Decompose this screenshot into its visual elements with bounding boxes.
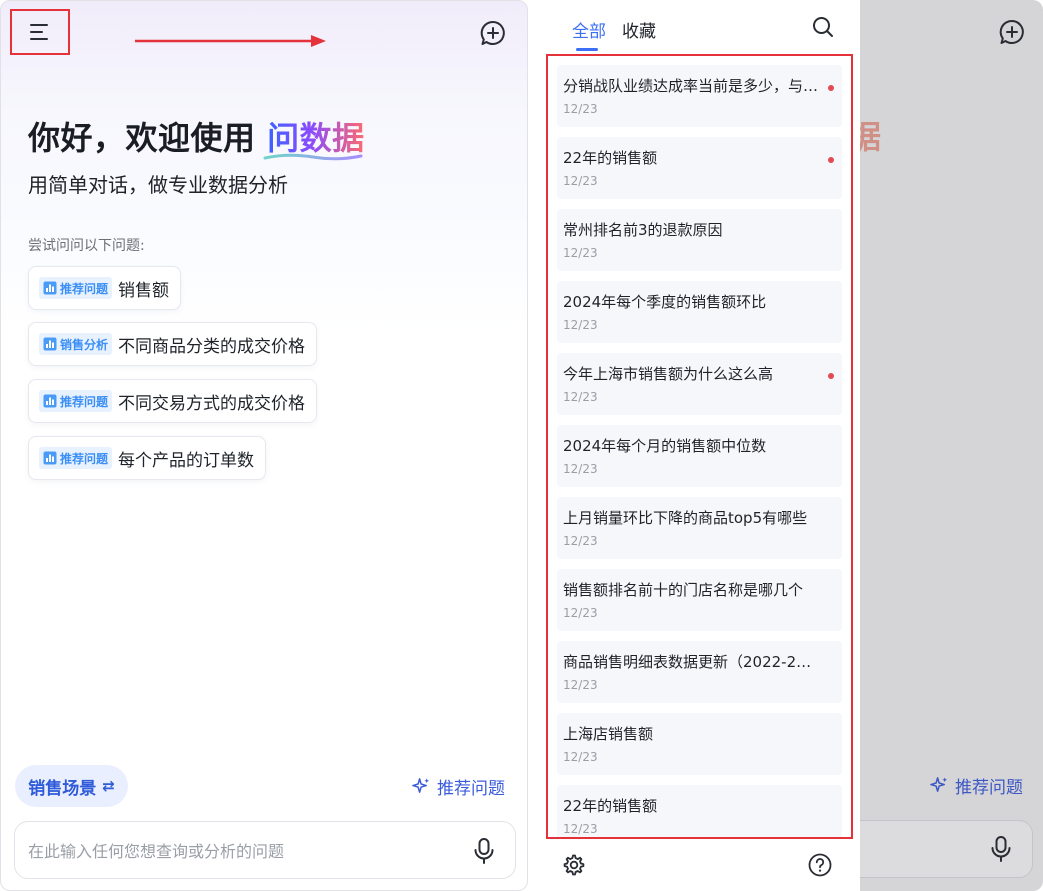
unread-dot: [828, 157, 834, 163]
history-item-date: 12/23: [563, 822, 598, 836]
home-screen: 你好，欢迎使用 问数据 用简单对话，做专业数据分析 尝试问问以下问题: 推荐问题…: [0, 0, 528, 891]
history-item-title: 商品销售明细表数据更新（2022-2024年）: [563, 653, 819, 671]
microphone-icon[interactable]: [473, 837, 495, 865]
suggestion-text: 不同商品分类的成交价格: [118, 336, 306, 357]
suggestion-tag-label: 推荐问题: [60, 394, 109, 409]
history-item[interactable]: 常州排名前3的退款原因 12/23: [557, 209, 842, 271]
suggestion-chip[interactable]: 推荐问题 每个产品的订单数: [28, 436, 267, 480]
history-item-title: 22年的销售额: [563, 797, 658, 815]
suggestion-tag: 推荐问题: [39, 277, 113, 299]
history-item[interactable]: 22年的销售额 12/23: [557, 785, 842, 837]
history-item-title: 常州排名前3的退款原因: [563, 221, 723, 239]
drawer-screen: 据 推荐问题 全部 收藏 分销战队业绩达成率当前是多少，与上月相比如何12/23…: [535, 0, 1043, 891]
history-item-date: 12/23: [563, 246, 598, 260]
suggestion-text: 不同交易方式的成交价格: [118, 393, 306, 414]
suggestion-tag-label: 推荐问题: [60, 451, 109, 466]
dimmed-recommend-button: 推荐问题: [930, 773, 1023, 798]
history-item[interactable]: 2024年每个季度的销售额环比 12/23: [557, 281, 842, 343]
sparkle-icon: [412, 778, 430, 793]
suggestion-chip[interactable]: 推荐问题 销售额: [28, 266, 182, 310]
history-item-title: 上海店销售额: [563, 725, 654, 743]
tab-all[interactable]: 全部: [572, 17, 606, 51]
menu-button[interactable]: [10, 9, 70, 55]
bar-chart-icon: [43, 451, 57, 465]
swap-icon: ⇄: [102, 777, 115, 795]
suggestion-tag-label: 推荐问题: [60, 281, 109, 296]
dimmed-overlay[interactable]: [858, 0, 1043, 891]
unread-dot: [828, 85, 834, 91]
history-item[interactable]: 上月销量环比下降的商品top5有哪些 12/23: [557, 497, 842, 559]
history-item-date: 12/23: [563, 534, 598, 548]
history-item-date: 12/23: [563, 318, 598, 332]
history-item-date: 12/23: [563, 390, 598, 404]
annotation-arrow: [135, 35, 326, 47]
welcome-subtitle: 用简单对话，做专业数据分析: [28, 173, 288, 197]
drawer-tabs: 全部 收藏: [572, 17, 656, 51]
new-chat-button[interactable]: [479, 19, 507, 47]
history-list: 分销战队业绩达成率当前是多少，与上月相比如何12/2322年的销售额12/23常…: [546, 54, 853, 839]
suggestion-text: 每个产品的订单数: [118, 450, 255, 471]
question-input-box: [14, 821, 516, 879]
history-item[interactable]: 商品销售明细表数据更新（2022-2024年） 12/23: [557, 641, 842, 703]
history-item-title: 22年的销售额: [563, 149, 658, 167]
new-chat-icon: [480, 20, 505, 45]
history-item-date: 12/23: [563, 462, 598, 476]
history-item[interactable]: 2024年每个月的销售额中位数 12/23: [557, 425, 842, 487]
welcome-greeting: 你好，欢迎使用: [28, 119, 268, 157]
suggestion-tag: 推荐问题: [39, 447, 113, 469]
history-item-date: 12/23: [563, 102, 598, 116]
history-item-title: 2024年每个月的销售额中位数: [563, 437, 767, 455]
new-chat-icon: [999, 19, 1024, 44]
bar-chart-icon: [43, 394, 57, 408]
bar-chart-icon: [43, 281, 57, 295]
tab-favorites[interactable]: 收藏: [622, 17, 656, 42]
recommend-questions-button[interactable]: 推荐问题: [412, 774, 505, 799]
scene-switch-button[interactable]: 销售场景 ⇄: [15, 765, 128, 807]
history-item-title: 销售额排名前十的门店名称是哪几个: [563, 581, 804, 599]
dimmed-recommend-label: 推荐问题: [955, 778, 1023, 798]
scene-label: 销售场景: [28, 778, 97, 799]
menu-icon: [30, 24, 48, 40]
history-item[interactable]: 22年的销售额 12/23: [557, 137, 842, 199]
recommend-label: 推荐问题: [437, 779, 505, 799]
history-drawer: 全部 收藏 分销战队业绩达成率当前是多少，与上月相比如何12/2322年的销售额…: [535, 0, 860, 891]
history-item[interactable]: 分销战队业绩达成率当前是多少，与上月相比如何 12/23: [557, 65, 842, 127]
history-item-title: 今年上海市销售额为什么这么高: [563, 365, 774, 383]
suggestion-chip[interactable]: 推荐问题 不同交易方式的成交价格: [28, 379, 318, 423]
history-item[interactable]: 今年上海市销售额为什么这么高 12/23: [557, 353, 842, 415]
suggestion-chip[interactable]: 销售分析 不同商品分类的成交价格: [28, 322, 318, 366]
suggestions-label: 尝试问问以下问题:: [28, 238, 145, 254]
history-item-date: 12/23: [563, 678, 598, 692]
unread-dot: [828, 373, 834, 379]
history-item-title: 上月销量环比下降的商品top5有哪些: [563, 509, 808, 527]
suggestion-tag-label: 销售分析: [60, 337, 109, 352]
history-item-date: 12/23: [563, 606, 598, 620]
suggestion-tag: 销售分析: [39, 333, 113, 355]
suggestion-text: 销售额: [118, 280, 170, 301]
bar-chart-icon: [43, 337, 57, 351]
history-item-date: 12/23: [563, 174, 598, 188]
history-item[interactable]: 上海店销售额 12/23: [557, 713, 842, 775]
gear-icon[interactable]: [562, 853, 586, 877]
search-icon[interactable]: [812, 16, 834, 38]
history-item-date: 12/23: [563, 750, 598, 764]
sparkle-icon: [930, 777, 948, 792]
help-icon[interactable]: [808, 853, 832, 877]
question-input[interactable]: [28, 839, 448, 863]
brand-underline-decoration: [263, 153, 363, 161]
history-item-title: 分销战队业绩达成率当前是多少，与上月相比如何: [563, 77, 819, 95]
suggestion-tag: 推荐问题: [39, 390, 113, 412]
history-item-title: 2024年每个季度的销售额环比: [563, 293, 767, 311]
microphone-icon: [991, 836, 1011, 862]
history-item[interactable]: 销售额排名前十的门店名称是哪几个 12/23: [557, 569, 842, 631]
